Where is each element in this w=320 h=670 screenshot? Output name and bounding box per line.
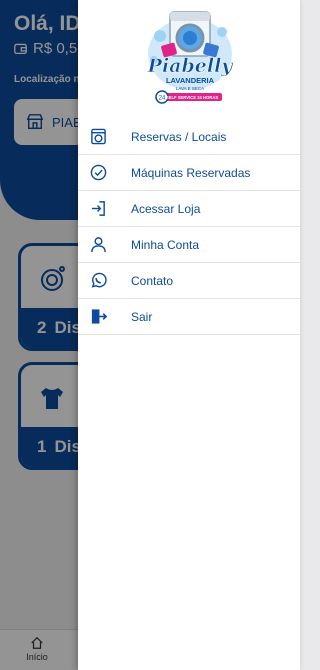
logo-ribbon: SELF SERVICE 24 HORAS [166, 95, 218, 100]
logo-subtitle: LAVANDERIA [166, 76, 215, 85]
menu-item-acessar-loja[interactable]: Acessar Loja [78, 191, 300, 227]
menu-item-sair[interactable]: Sair [78, 299, 300, 335]
menu-item-label: Contato [131, 273, 174, 288]
login-icon [91, 201, 105, 216]
drawer-menu: Reservas / Locais Máquinas Reservadas Ac… [78, 119, 300, 335]
logo-tagline: LAVA E SECA [176, 86, 204, 91]
whatsapp-icon [91, 272, 107, 288]
logo-name: Piabelly [147, 55, 235, 77]
check-circle-icon [90, 164, 107, 181]
menu-item-maquinas-reservadas[interactable]: Máquinas Reservadas [78, 155, 300, 191]
side-drawer: Piabelly LAVANDERIA LAVA E SECA 24 SELF … [78, 0, 300, 670]
menu-item-minha-conta[interactable]: Minha Conta [78, 227, 300, 263]
washing-machine-icon [91, 128, 106, 145]
menu-item-contato[interactable]: Contato [78, 263, 300, 299]
menu-item-label: Minha Conta [131, 237, 200, 252]
logout-icon [91, 309, 107, 324]
menu-item-label: Máquinas Reservadas [131, 165, 251, 180]
menu-item-reservas-locais[interactable]: Reservas / Locais [78, 119, 300, 155]
menu-item-label: Sair [131, 309, 153, 324]
menu-item-label: Acessar Loja [131, 201, 201, 216]
piabelly-logo: Piabelly LAVANDERIA LAVA E SECA 24 SELF … [146, 11, 235, 104]
menu-item-label: Reservas / Locais [131, 129, 227, 144]
user-icon [91, 237, 106, 253]
